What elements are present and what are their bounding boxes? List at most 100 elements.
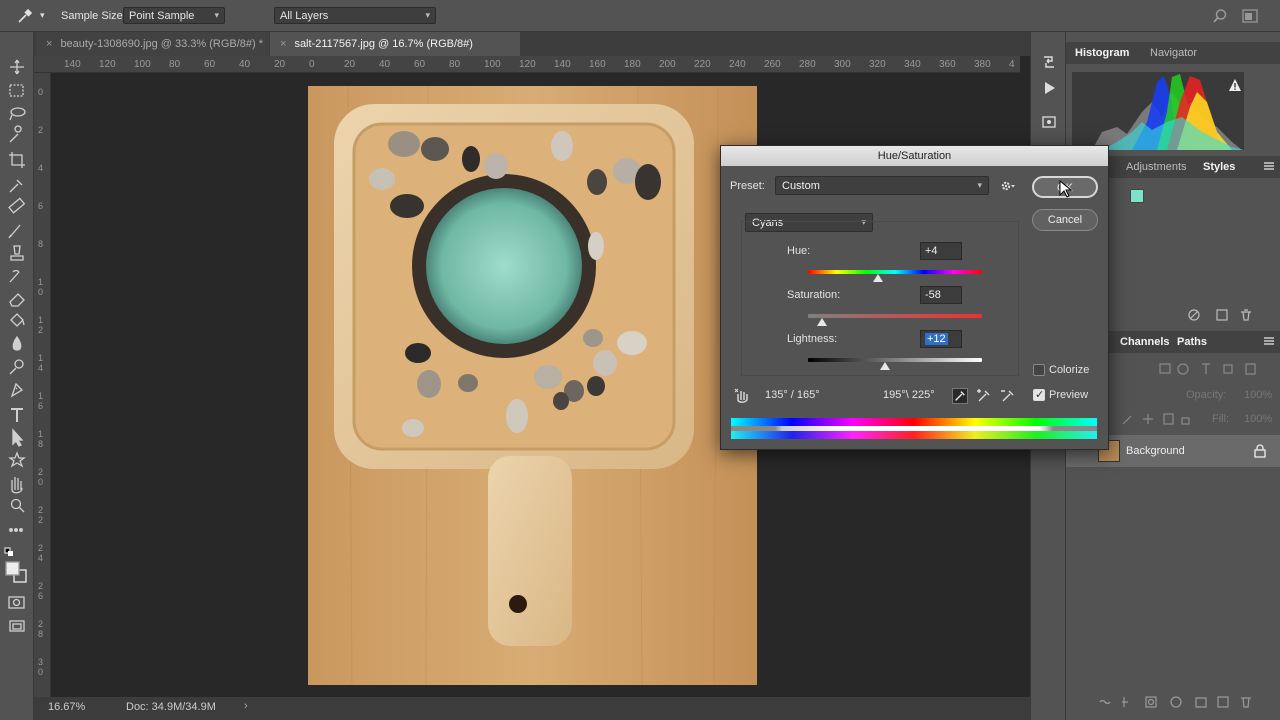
saturation-input[interactable]: -58 [920, 286, 962, 304]
panel-menu-icon[interactable] [1264, 162, 1274, 170]
ruler-tick-label: 140 [64, 59, 81, 70]
eyedropper-tool-icon[interactable] [16, 7, 34, 25]
ruler-tick-label: 360 [939, 59, 956, 70]
targeted-adjustment-hand-icon[interactable] [734, 387, 750, 406]
options-bar: ▾ Sample Size: Point Sample ▾ All Layers… [0, 0, 1280, 32]
preset-label: Preset: [730, 180, 765, 192]
actions-play-icon[interactable] [1041, 80, 1057, 96]
tab-adjustments[interactable]: Adjustments [1126, 161, 1187, 173]
ruler-tick-label: 80 [449, 59, 461, 70]
tab-label: salt-2117567.jpg @ 16.7% (RGB/8#) [294, 38, 473, 50]
ruler-tick-label: 340 [904, 59, 921, 70]
zoom-level[interactable]: 16.67% [48, 701, 85, 713]
photoshop-window: ▾ Sample Size: Point Sample ▾ All Layers… [0, 0, 1280, 720]
history-panel-icon[interactable] [1041, 54, 1057, 70]
ruler-tick-label: 1 6 [38, 391, 44, 411]
hue-slider[interactable] [808, 270, 982, 274]
tool-preset-chevron-down-icon[interactable]: ▾ [40, 10, 48, 20]
blur-tool-icon [12, 335, 22, 351]
path-selection-tool-icon [12, 428, 24, 447]
ruler-tick-label: 120 [99, 59, 116, 70]
cancel-button[interactable]: Cancel [1032, 209, 1098, 231]
saturation-slider-thumb[interactable] [817, 318, 827, 326]
sample-size-label: Sample Size: [61, 10, 126, 22]
zoom-tool-icon [10, 498, 25, 513]
trash-icon [1241, 309, 1251, 321]
fill-value[interactable]: 100% [1244, 413, 1272, 425]
fill-label: Fill: [1212, 413, 1230, 425]
lightness-value: +12 [925, 333, 948, 345]
history-brush-tool-icon [9, 270, 20, 283]
ruler-tick-label: 1 2 [38, 315, 44, 335]
tab-histogram[interactable]: Histogram [1075, 47, 1129, 59]
lightness-slider[interactable] [808, 358, 982, 362]
hue-slider-thumb[interactable] [873, 274, 883, 282]
preset-options-gear-icon[interactable] [1000, 179, 1016, 196]
crop-tool-icon [9, 152, 25, 168]
ruler-tick-label: 200 [659, 59, 676, 70]
lightness-slider-thumb[interactable] [880, 362, 890, 370]
sample-layers-value: All Layers [280, 10, 329, 22]
quick-selection-tool-icon [9, 125, 22, 143]
lightness-input[interactable]: +12 [920, 330, 962, 348]
saturation-slider[interactable] [808, 314, 982, 318]
panel-menu-icon[interactable] [1264, 337, 1274, 345]
status-menu-chevron-icon[interactable]: › [244, 700, 248, 712]
new-layer-icon [1217, 696, 1229, 708]
ruler-tick-label: 3 0 [38, 657, 44, 677]
hue-input[interactable]: +4 [920, 242, 962, 260]
style-swatch[interactable] [1130, 189, 1144, 203]
workspace-icon[interactable] [1242, 8, 1258, 24]
document-size: Doc: 34.9M/34.9M [126, 701, 216, 713]
sample-size-value: Point Sample [129, 10, 195, 22]
hue-label: Hue: [787, 245, 811, 257]
warning-icon[interactable] [1228, 78, 1242, 95]
layers-footer-icons [1099, 696, 1251, 708]
ruler-tick-label: 2 6 [38, 581, 44, 601]
colorize-checkbox[interactable] [1033, 364, 1045, 376]
healing-brush-tool-icon [8, 197, 26, 214]
ruler-tick-label: 8 [38, 239, 44, 249]
sample-size-select[interactable]: Point Sample ▾ [123, 7, 225, 24]
close-icon[interactable]: × [46, 38, 52, 50]
adjustment-group: Hue: +4 Saturation: -58 Lightness: +12 [741, 221, 1019, 376]
opacity-value[interactable]: 100% [1244, 389, 1272, 401]
horizontal-ruler: 140 120 100 80 60 40 20 0 20 40 60 80 100 120 140 160 18… [34, 56, 1020, 73]
status-bar: 16.67% Doc: 34.9M/34.9M › [34, 697, 1030, 720]
trash-icon [1241, 697, 1251, 708]
dialog-title[interactable]: Hue/Saturation [721, 146, 1108, 166]
preview-checkbox[interactable] [1033, 388, 1045, 401]
tab-styles[interactable]: Styles [1203, 161, 1235, 173]
tab-navigator[interactable]: Navigator [1150, 47, 1197, 59]
ruler-tick-label: 40 [239, 59, 251, 70]
preset-value: Custom [782, 180, 820, 192]
subtract-from-sample-eyedropper-icon[interactable] [1000, 388, 1016, 404]
ruler-tick-label: 2 [38, 125, 44, 135]
tab-paths[interactable]: Paths [1177, 336, 1207, 348]
hue-saturation-dialog: Hue/Saturation Preset: Custom ▾ OK Cance… [720, 145, 1109, 450]
search-icon[interactable] [1212, 8, 1228, 24]
ruler-tick-label: 280 [799, 59, 816, 70]
sample-layers-select[interactable]: All Layers ▾ [274, 7, 436, 24]
ruler-tick-label: 0 [309, 59, 315, 70]
tab-channels[interactable]: Channels [1120, 336, 1170, 348]
add-to-sample-eyedropper-icon[interactable] [976, 388, 992, 404]
document-image[interactable] [308, 86, 757, 685]
tab-salt[interactable]: × salt-2117567.jpg @ 16.7% (RGB/8#) [270, 32, 520, 56]
pen-tool-icon [10, 382, 24, 398]
preset-select[interactable]: Custom ▾ [775, 176, 989, 195]
ruler-tick-label: 320 [869, 59, 886, 70]
close-icon[interactable]: × [280, 38, 286, 50]
tab-beauty[interactable]: × beauty-1308690.jpg @ 33.3% (RGB/8#) * [36, 32, 269, 56]
marquee-tool-icon [9, 84, 24, 97]
libraries-panel-icon[interactable] [1041, 114, 1057, 130]
eyedropper-icon[interactable] [952, 388, 968, 404]
ruler-tick-label: 2 2 [38, 505, 44, 525]
ruler-tick-label: 240 [729, 59, 746, 70]
ruler-tick-label: 220 [694, 59, 711, 70]
ruler-tick-label: 6 [38, 201, 44, 211]
lightness-label: Lightness: [787, 333, 838, 345]
lock-icon[interactable] [1254, 444, 1266, 458]
group-icon [1195, 697, 1207, 708]
layer-filter-icons [1159, 363, 1256, 375]
